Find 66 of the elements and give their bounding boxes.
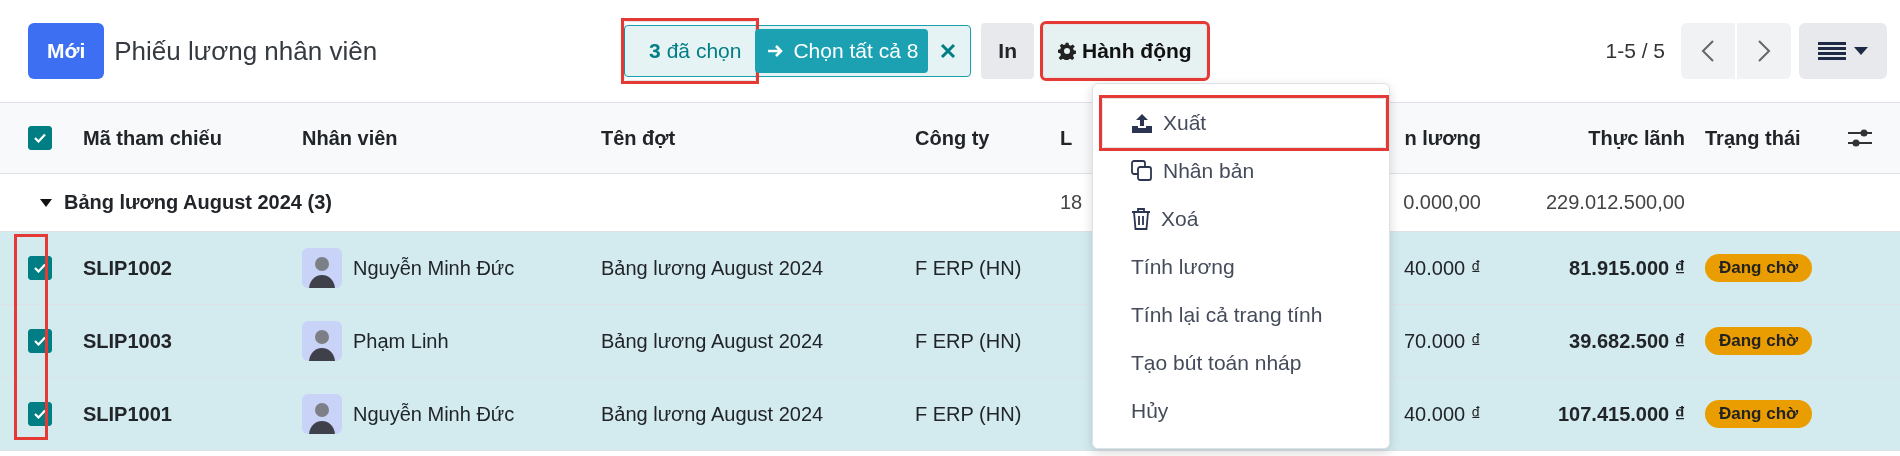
table-cell: Nguyễn Minh Đức (353, 402, 515, 426)
table-cell: 39.682.500 ₫ (1569, 329, 1685, 353)
column-header[interactable]: L (1060, 126, 1073, 150)
list-icon (1818, 42, 1846, 60)
caret-icon (1854, 47, 1868, 55)
gear-icon (1058, 42, 1076, 60)
menu-item[interactable]: Hủy (1093, 387, 1389, 435)
table-cell: 107.415.000 ₫ (1557, 402, 1685, 426)
page-title: Phiếu lương nhân viên (114, 35, 378, 67)
status-badge: Đang chờ (1705, 400, 1813, 428)
group-total: 18 (1060, 191, 1083, 214)
avatar (302, 394, 342, 434)
chevron-left-icon (1701, 39, 1715, 63)
row-checkbox[interactable] (28, 402, 52, 426)
table-cell: Bảng lương August 2024 (601, 329, 824, 353)
menu-item[interactable]: Tính lại cả trang tính (1093, 291, 1389, 339)
close-icon[interactable] (940, 43, 957, 59)
row-checkbox[interactable] (28, 329, 52, 353)
column-header[interactable]: Trạng thái (1705, 126, 1801, 150)
avatar (302, 248, 342, 288)
print-button[interactable]: In (981, 23, 1034, 79)
avatar (302, 321, 342, 361)
table-cell: Phạm Linh (353, 329, 449, 353)
group-total: 229.012.500,00 (1545, 191, 1685, 214)
menu-item[interactable]: Xuất (1103, 99, 1385, 147)
view-switcher-button[interactable] (1799, 23, 1887, 79)
trash-icon (1131, 208, 1151, 230)
pager-text: 1-5 / 5 (1605, 39, 1665, 63)
table-cell: 70.000 ₫ (1404, 329, 1481, 353)
column-header[interactable]: n lương (1404, 126, 1481, 150)
check-icon (34, 263, 46, 273)
chevron-right-icon (1757, 39, 1771, 63)
check-icon (34, 133, 46, 143)
table-cell: SLIP1001 (83, 402, 172, 426)
new-button[interactable]: Mới (28, 23, 105, 79)
table-cell: Bảng lương August 2024 (601, 402, 824, 426)
menu-item[interactable]: Nhân bản (1093, 147, 1389, 195)
column-header[interactable]: Thực lãnh (1588, 126, 1685, 150)
copy-icon (1131, 160, 1153, 182)
table-cell: F ERP (HN) (915, 329, 1022, 353)
check-icon (34, 409, 46, 419)
status-badge: Đang chờ (1705, 327, 1813, 355)
table-cell: SLIP1002 (83, 256, 172, 280)
upload-icon (1131, 113, 1153, 133)
settings-icon[interactable] (1848, 128, 1872, 148)
select-all-checkbox[interactable] (28, 126, 52, 150)
table-cell: SLIP1003 (83, 329, 172, 353)
group-total: 0.000,00 (1403, 191, 1481, 214)
table-cell: F ERP (HN) (915, 402, 1022, 426)
table-cell: 40.000 ₫ (1404, 402, 1481, 426)
table-cell: Bảng lương August 2024 (601, 256, 824, 280)
group-header[interactable]: Bảng lương August 2024 (3) (0, 191, 1052, 214)
status-badge: Đang chờ (1705, 254, 1813, 282)
table-cell: F ERP (HN) (915, 256, 1022, 280)
table-cell: Nguyễn Minh Đức (353, 256, 515, 280)
column-header[interactable]: Tên đợt (601, 126, 676, 150)
menu-item[interactable]: Xoá (1093, 195, 1389, 243)
row-checkbox[interactable] (28, 256, 52, 280)
column-header[interactable]: Công ty (915, 126, 990, 150)
menu-item[interactable]: Tạo bút toán nháp (1093, 339, 1389, 387)
table-cell: 40.000 ₫ (1404, 256, 1481, 280)
check-icon (34, 336, 46, 346)
menu-item[interactable]: Tính lương (1093, 243, 1389, 291)
column-header[interactable]: Nhân viên (302, 126, 398, 150)
column-header[interactable]: Mã tham chiếu (83, 126, 222, 150)
table-cell: 81.915.000 ₫ (1569, 256, 1685, 280)
